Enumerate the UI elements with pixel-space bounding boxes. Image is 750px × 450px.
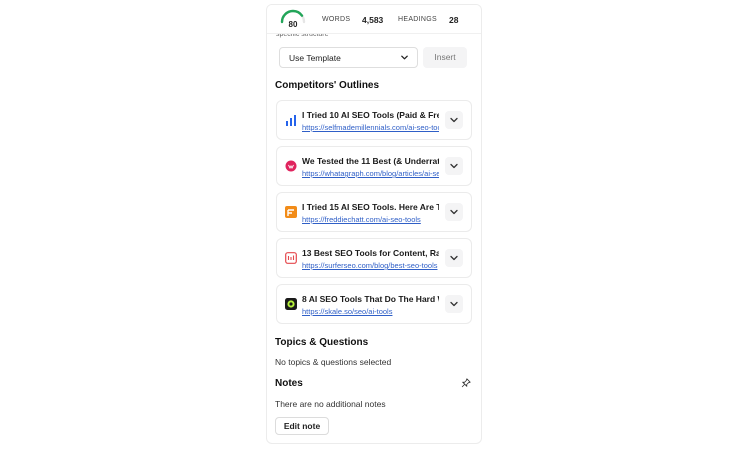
competitor-url-link[interactable]: https://skale.so/seo/ai-tools <box>302 307 439 316</box>
insert-button[interactable]: Insert <box>423 47 467 68</box>
chevron-down-icon <box>401 55 408 60</box>
chevron-down-icon <box>450 255 458 261</box>
outline-panel: 80 WORDS 4,583 HEADINGS 28 specific stru… <box>266 4 482 444</box>
chevron-down-icon <box>450 209 458 215</box>
topics-empty-text: No topics & questions selected <box>275 357 392 367</box>
competitor-title: I Tried 10 AI SEO Tools (Paid & Free) <box>302 110 439 120</box>
chevron-down-icon <box>450 163 458 169</box>
competitor-url-link[interactable]: https://freddiechatt.com/ai-seo-tools <box>302 215 439 224</box>
competitor-card[interactable]: I Tried 10 AI SEO Tools (Paid & Free) ht… <box>276 100 472 140</box>
pin-icon[interactable] <box>461 378 471 388</box>
notes-title: Notes <box>275 378 303 389</box>
headings-count: 28 <box>449 15 459 25</box>
competitor-title: We Tested the 11 Best (& Underrated) <box>302 156 439 166</box>
expand-outline-button[interactable] <box>445 249 463 267</box>
bar-chart-logo-icon <box>286 115 296 126</box>
content-score-gauge: 80 <box>279 8 307 32</box>
competitor-title: I Tried 15 AI SEO Tools. Here Are The <box>302 202 439 212</box>
headings-label: HEADINGS <box>398 16 437 23</box>
words-label: WORDS <box>322 16 351 23</box>
competitor-card[interactable]: 13 Best SEO Tools for Content, Ranking h… <box>276 238 472 278</box>
expand-outline-button[interactable] <box>445 203 463 221</box>
template-select-value: Use Template <box>289 53 341 63</box>
competitor-url-link[interactable]: https://selfmademillennials.com/ai-seo-t… <box>302 123 439 132</box>
competitor-card[interactable]: 8 AI SEO Tools That Do The Hard Work htt… <box>276 284 472 324</box>
notes-empty-text: There are no additional notes <box>275 399 386 409</box>
competitor-title: 8 AI SEO Tools That Do The Hard Work <box>302 294 439 304</box>
chevron-down-icon <box>450 301 458 307</box>
competitor-url-link[interactable]: https://surferseo.com/blog/best-seo-tool… <box>302 261 439 270</box>
competitor-card[interactable]: We Tested the 11 Best (& Underrated) htt… <box>276 146 472 186</box>
expand-outline-button[interactable] <box>445 295 463 313</box>
template-select[interactable]: Use Template <box>279 47 418 68</box>
expand-outline-button[interactable] <box>445 157 463 175</box>
competitor-title: 13 Best SEO Tools for Content, Ranking <box>302 248 439 258</box>
competitor-card[interactable]: I Tried 15 AI SEO Tools. Here Are The ht… <box>276 192 472 232</box>
edit-note-button[interactable]: Edit note <box>275 417 329 435</box>
freddie-logo-icon <box>285 206 297 218</box>
surfer-logo-icon <box>285 252 297 264</box>
expand-outline-button[interactable] <box>445 111 463 129</box>
competitors-title: Competitors' Outlines <box>275 80 380 91</box>
words-count: 4,583 <box>362 15 384 25</box>
competitor-url-link[interactable]: https://whatagraph.com/blog/articles/ai-… <box>302 169 439 178</box>
content-score-value: 80 <box>288 20 298 29</box>
whatagraph-logo-icon <box>285 160 297 172</box>
topics-title: Topics & Questions <box>275 337 369 348</box>
chevron-down-icon <box>450 117 458 123</box>
skale-logo-icon <box>285 298 297 310</box>
stats-bar: 80 WORDS 4,583 HEADINGS 28 <box>267 5 481 34</box>
